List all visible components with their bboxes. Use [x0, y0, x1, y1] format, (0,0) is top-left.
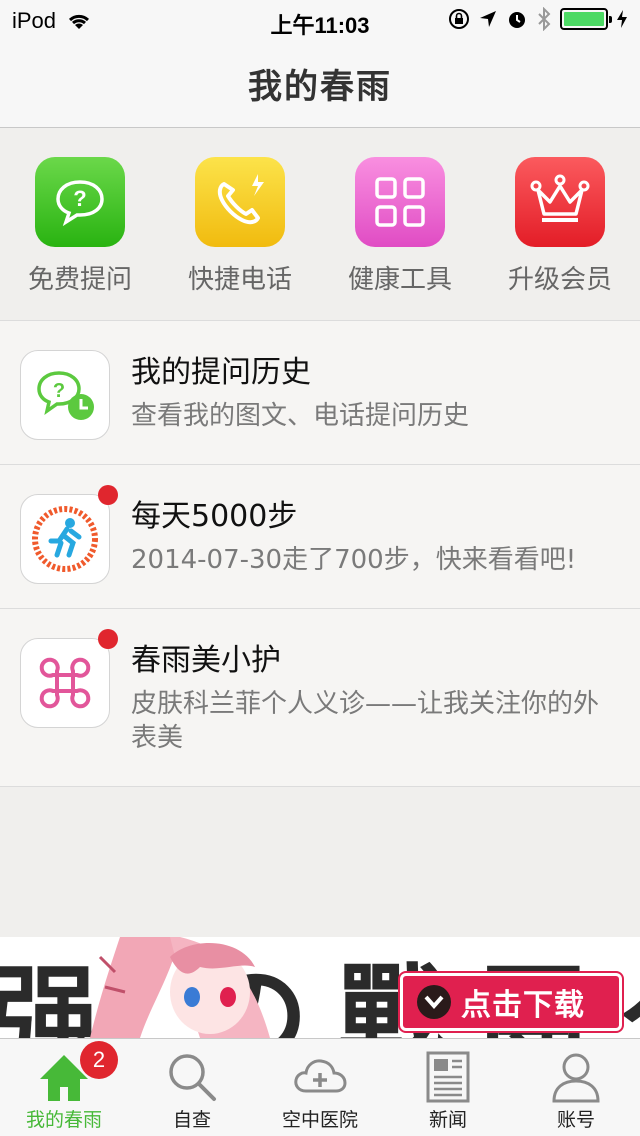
tab-label: 我的春雨 [25, 1109, 102, 1131]
list-item-question-history[interactable]: ? 我的提问历史 查看我的图文、电话提问历史 [0, 321, 640, 465]
quick-action-label: 升级会员 [507, 265, 612, 295]
tab-label: 新闻 [428, 1109, 467, 1131]
search-icon [169, 1054, 216, 1101]
battery-icon [560, 8, 612, 30]
alarm-icon [509, 12, 525, 28]
list-item-title: 春雨美小护 [131, 643, 281, 678]
beauty-clover-icon [20, 638, 110, 728]
tab-label: 账号 [556, 1109, 595, 1131]
quick-actions: ? 免费提问 快捷电话 健康工具 升级会员 [0, 129, 640, 321]
list-item-beauty-care[interactable]: 春雨美小护 皮肤科兰菲个人义诊——让我关注你的外表美 [0, 609, 640, 787]
list-item-daily-steps[interactable]: 每天5000步 2014-07-30走了700步，快来看看吧! [0, 465, 640, 609]
tab-bar: 2 我的春雨 自查 空中医院 新闻 账号 [0, 1038, 640, 1136]
nav-bar: 我的春雨 [0, 40, 640, 128]
quick-action-quick-call[interactable]: 快捷电话 [160, 157, 320, 296]
quick-action-free-question[interactable]: ? 免费提问 [0, 157, 160, 296]
tab-label: 自查 [172, 1109, 211, 1131]
list-item-subtitle: 查看我的图文、电话提问历史 [131, 401, 470, 431]
tab-my-chunyu[interactable]: 2 我的春雨 [0, 1039, 128, 1136]
location-icon [480, 11, 496, 27]
svg-text:?: ? [73, 186, 86, 211]
svg-text:?: ? [53, 380, 65, 402]
grid-icon [355, 157, 445, 247]
feature-list: ? 我的提问历史 查看我的图文、电话提问历史 每天5000步 2014-07-3… [0, 321, 640, 787]
notification-badge: 2 [80, 1041, 118, 1079]
chevron-down-icon [417, 985, 451, 1019]
anime-character-image [90, 937, 270, 1038]
status-bar: iPod 上午11:03 [0, 0, 640, 40]
quick-action-label: 快捷电话 [187, 265, 292, 295]
quick-action-label: 健康工具 [347, 265, 452, 295]
unread-dot [98, 629, 118, 649]
ad-button-label: 点击下载 [461, 988, 585, 1023]
quick-action-health-tools[interactable]: 健康工具 [320, 157, 480, 296]
orientation-lock-icon [449, 9, 469, 29]
list-item-title: 我的提问历史 [131, 355, 311, 390]
pedometer-icon [20, 494, 110, 584]
phone-icon [195, 157, 285, 247]
tab-self-check[interactable]: 自查 [128, 1039, 256, 1136]
unread-dot [98, 485, 118, 505]
cloud-plus-icon [294, 1059, 347, 1093]
quick-action-upgrade-member[interactable]: 升级会员 [480, 157, 640, 296]
list-item-subtitle: 2014-07-30走了700步，快来看看吧! [131, 545, 577, 575]
crown-icon [515, 157, 605, 247]
charging-icon [617, 10, 627, 28]
bluetooth-icon [538, 7, 551, 31]
chat-question-icon: ? [35, 157, 125, 247]
tab-label: 空中医院 [281, 1109, 358, 1131]
tab-news[interactable]: 新闻 [384, 1039, 512, 1136]
list-item-title: 每天5000步 [131, 499, 298, 534]
quick-action-label: 免费提问 [27, 265, 132, 295]
person-icon [552, 1053, 600, 1103]
page-title: 我的春雨 [248, 67, 392, 107]
ad-banner[interactable]: 强 の戰團グ 点击下载 [0, 937, 640, 1038]
question-history-icon: ? [20, 350, 110, 440]
ad-download-button[interactable]: 点击下载 [400, 973, 622, 1031]
list-item-subtitle: 皮肤科兰菲个人义诊——让我关注你的外表美 [131, 689, 600, 753]
tab-account[interactable]: 账号 [512, 1039, 640, 1136]
tab-air-hospital[interactable]: 空中医院 [256, 1039, 384, 1136]
news-icon [426, 1051, 470, 1103]
